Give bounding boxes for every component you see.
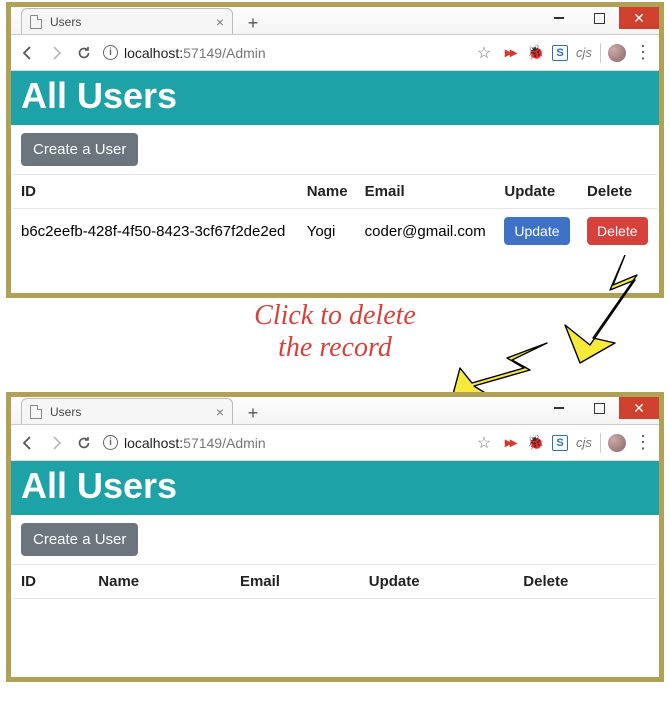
browser-window-after: Users × + ✕ i localhost:57149/Admin ☆ ▸▸… — [6, 392, 664, 682]
col-delete: Delete — [579, 175, 657, 209]
users-table: ID Name Email Update Delete — [13, 564, 657, 625]
maximize-icon[interactable] — [579, 7, 619, 29]
col-update: Update — [496, 175, 579, 209]
browser-tab[interactable]: Users × — [21, 8, 233, 34]
page-title: All Users — [11, 71, 659, 125]
table-row: b6c2eefb-428f-4f50-8423-3cf67f2de2ed Yog… — [13, 209, 657, 254]
url-host: localhost: — [124, 45, 183, 61]
reload-button[interactable] — [73, 432, 95, 454]
col-name: Name — [90, 565, 232, 599]
users-table: ID Name Email Update Delete b6c2eefb-428… — [13, 174, 657, 253]
col-id: ID — [13, 565, 90, 599]
create-user-button[interactable]: Create a User — [21, 523, 138, 556]
menu-icon[interactable]: ⋮ — [633, 43, 653, 63]
page-icon — [30, 405, 42, 419]
browser-window-before: Users × + ✕ i localhost:57149/Admin ☆ ▸▸… — [6, 2, 664, 298]
close-window-icon[interactable]: ✕ — [619, 7, 659, 29]
page-icon — [30, 15, 42, 29]
new-tab-button[interactable]: + — [241, 13, 265, 34]
minimize-icon[interactable] — [539, 7, 579, 29]
separator — [600, 43, 601, 63]
annotation-arrow-icon — [452, 338, 552, 400]
cell-name: Yogi — [299, 209, 357, 254]
annotation-line2: the record — [0, 332, 670, 364]
tab-title: Users — [50, 405, 81, 419]
minimize-icon[interactable] — [539, 397, 579, 419]
extension-cjs-icon[interactable]: cjs — [574, 433, 594, 453]
toolbar: i localhost:57149/Admin ☆ ▸▸ 🐞 S cjs ⋮ — [11, 425, 659, 461]
address-bar[interactable]: i localhost:57149/Admin — [103, 435, 266, 451]
table-header-row: ID Name Email Update Delete — [13, 175, 657, 209]
profile-avatar[interactable] — [607, 43, 627, 63]
profile-avatar[interactable] — [607, 433, 627, 453]
back-button[interactable] — [17, 42, 39, 64]
col-name: Name — [299, 175, 357, 209]
toolbar: i localhost:57149/Admin ☆ ▸▸ 🐞 S cjs ⋮ — [11, 35, 659, 71]
separator — [600, 433, 601, 453]
site-info-icon[interactable]: i — [103, 435, 118, 450]
delete-button[interactable]: Delete — [587, 217, 647, 245]
col-id: ID — [13, 175, 299, 209]
extension-arrows-icon[interactable]: ▸▸ — [500, 433, 520, 453]
tab-title: Users — [50, 15, 81, 29]
col-email: Email — [232, 565, 361, 599]
update-button[interactable]: Update — [504, 217, 569, 245]
site-info-icon[interactable]: i — [103, 45, 118, 60]
url-path: 57149/Admin — [183, 435, 266, 451]
bookmark-star-icon[interactable]: ☆ — [474, 43, 494, 63]
url-path: 57149/Admin — [183, 45, 266, 61]
annotation-text: Click to delete the record — [0, 300, 670, 364]
extension-bug-icon[interactable]: 🐞 — [526, 43, 546, 63]
menu-icon[interactable]: ⋮ — [633, 433, 653, 453]
page-content: All Users Create a User ID Name Email Up… — [11, 461, 659, 625]
extension-bug-icon[interactable]: 🐞 — [526, 433, 546, 453]
table-header-row: ID Name Email Update Delete — [13, 565, 657, 599]
titlebar: Users × + ✕ — [11, 7, 659, 35]
bookmark-star-icon[interactable]: ☆ — [474, 433, 494, 453]
extension-s-icon[interactable]: S — [552, 45, 568, 61]
extension-arrows-icon[interactable]: ▸▸ — [500, 43, 520, 63]
reload-button[interactable] — [73, 42, 95, 64]
maximize-icon[interactable] — [579, 397, 619, 419]
titlebar: Users × + ✕ — [11, 397, 659, 425]
browser-tab[interactable]: Users × — [21, 398, 233, 424]
close-tab-icon[interactable]: × — [216, 14, 224, 30]
back-button[interactable] — [17, 432, 39, 454]
page-content: All Users Create a User ID Name Email Up… — [11, 71, 659, 253]
address-bar[interactable]: i localhost:57149/Admin — [103, 45, 266, 61]
cell-id: b6c2eefb-428f-4f50-8423-3cf67f2de2ed — [13, 209, 299, 254]
new-tab-button[interactable]: + — [241, 403, 265, 424]
table-row-empty — [13, 599, 657, 625]
col-update: Update — [361, 565, 516, 599]
page-title: All Users — [11, 461, 659, 515]
forward-button[interactable] — [45, 42, 67, 64]
col-delete: Delete — [515, 565, 657, 599]
close-window-icon[interactable]: ✕ — [619, 397, 659, 419]
url-host: localhost: — [124, 435, 183, 451]
extension-s-icon[interactable]: S — [552, 435, 568, 451]
forward-button[interactable] — [45, 432, 67, 454]
close-tab-icon[interactable]: × — [216, 404, 224, 420]
annotation-line1: Click to delete — [0, 300, 670, 332]
create-user-button[interactable]: Create a User — [21, 133, 138, 166]
extension-cjs-icon[interactable]: cjs — [574, 43, 594, 63]
cell-email: coder@gmail.com — [357, 209, 497, 254]
col-email: Email — [357, 175, 497, 209]
